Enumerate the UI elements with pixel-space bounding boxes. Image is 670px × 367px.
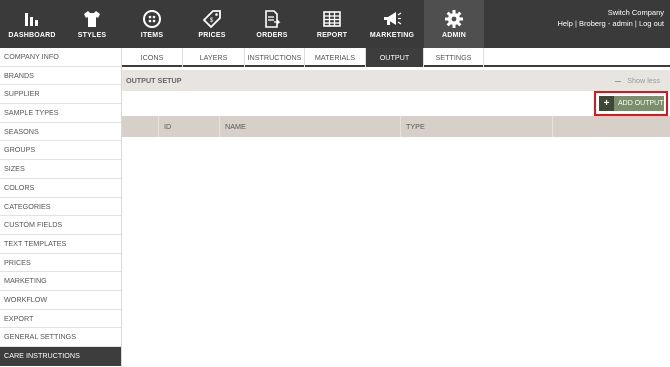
tab-layers[interactable]: LAYERS [183, 48, 245, 67]
nav-prices[interactable]: $ PRICES [182, 0, 242, 48]
separator: | [575, 19, 577, 28]
sidebar-item-groups[interactable]: GROUPS [0, 141, 121, 161]
shirt-icon [84, 11, 100, 27]
help-link[interactable]: Help [557, 19, 572, 28]
panel-title: OUTPUT SETUP [126, 76, 182, 85]
column-header-actions [552, 116, 670, 137]
logout-link[interactable]: Log out [639, 19, 664, 28]
nav-orders[interactable]: ORDERS [242, 0, 302, 48]
tab-icons[interactable]: ICONS [122, 48, 183, 67]
admin-sidebar: COMPANY INFO BRANDS SUPPLIER SAMPLE TYPE… [0, 48, 122, 367]
nav-marketing[interactable]: MARKETING [362, 0, 422, 48]
switch-company-link[interactable]: Switch Company [608, 8, 664, 17]
button-icon [143, 10, 161, 28]
nav-label: DASHBOARD [8, 32, 56, 39]
nav-label: ADMIN [442, 32, 466, 39]
care-instructions-tabs: ICONS LAYERS INSTRUCTIONS MATERIALS OUTP… [122, 48, 670, 67]
user-link[interactable]: Broberg - admin [579, 19, 633, 28]
gear-icon [445, 10, 463, 28]
nav-items[interactable]: ITEMS [122, 0, 182, 48]
nav-label: REPORT [316, 32, 348, 39]
account-menu: Switch Company Help | Broberg - admin | … [557, 7, 664, 29]
nav-label: MARKETING [369, 32, 415, 39]
sidebar-item-general-settings[interactable]: GENERAL SETTINGS [0, 328, 121, 347]
separator: | [634, 19, 637, 28]
sidebar-item-supplier[interactable]: SUPPLIER [0, 85, 121, 105]
column-header-select [122, 116, 158, 137]
column-header-type[interactable]: TYPE [400, 116, 552, 137]
sidebar-item-categories[interactable]: CATEGORIES [0, 198, 121, 217]
top-navigation-bar: DASHBOARD STYLES ITEMS $ PRICES ORDERS R… [0, 0, 670, 48]
plus-icon: + [599, 96, 614, 111]
megaphone-icon [384, 12, 402, 25]
output-table-header: ID NAME TYPE [122, 116, 670, 137]
sidebar-item-prices[interactable]: PRICES [0, 254, 121, 273]
column-header-name[interactable]: NAME [219, 116, 400, 137]
svg-text:$: $ [210, 18, 214, 24]
sidebar-item-custom-fields[interactable]: CUSTOM FIELDS [0, 216, 121, 235]
nav-admin[interactable]: ADMIN [424, 0, 484, 48]
sidebar-item-sizes[interactable]: SIZES [0, 160, 121, 179]
tab-instructions[interactable]: INSTRUCTIONS [245, 48, 305, 67]
sidebar-item-text-templates[interactable]: TEXT TEMPLATES [0, 235, 121, 254]
report-grid-icon [323, 11, 341, 27]
nav-report[interactable]: REPORT [302, 0, 362, 48]
tab-settings[interactable]: SETTINGS [424, 48, 484, 67]
sidebar-item-marketing[interactable]: MARKETING [0, 272, 121, 291]
nav-dashboard[interactable]: DASHBOARD [2, 0, 62, 48]
column-header-id[interactable]: ID [158, 116, 219, 137]
show-less-label: Show less [627, 76, 660, 85]
sidebar-item-care-instructions[interactable]: CARE INSTRUCTIONS [0, 347, 121, 366]
sidebar-item-brands[interactable]: BRANDS [0, 67, 121, 86]
sidebar-item-colors[interactable]: COLORS [0, 179, 121, 198]
nav-styles[interactable]: STYLES [62, 0, 122, 48]
collapse-icon [615, 80, 622, 82]
orders-icon [265, 10, 281, 28]
nav-label: STYLES [77, 32, 107, 39]
add-output-button[interactable]: + ADD OUTPUT [599, 96, 664, 111]
show-less-toggle[interactable]: Show less [615, 70, 660, 91]
tab-output[interactable]: OUTPUT [366, 48, 424, 67]
output-setup-header: OUTPUT SETUP Show less [122, 70, 670, 91]
sidebar-item-workflow[interactable]: WORKFLOW [0, 291, 121, 310]
price-tag-icon: $ [202, 10, 221, 29]
dashboard-icon [25, 13, 38, 26]
nav-label: PRICES [198, 32, 226, 39]
add-output-label: ADD OUTPUT [618, 100, 664, 107]
nav-label: ITEMS [140, 32, 164, 39]
sidebar-item-seasons[interactable]: SEASONS [0, 123, 121, 142]
sidebar-item-export[interactable]: EXPORT [0, 310, 121, 329]
sidebar-item-company-info[interactable]: COMPANY INFO [0, 48, 121, 67]
sidebar-item-sample-types[interactable]: SAMPLE TYPES [0, 104, 121, 123]
nav-label: ORDERS [256, 32, 288, 39]
tab-materials[interactable]: MATERIALS [305, 48, 366, 67]
